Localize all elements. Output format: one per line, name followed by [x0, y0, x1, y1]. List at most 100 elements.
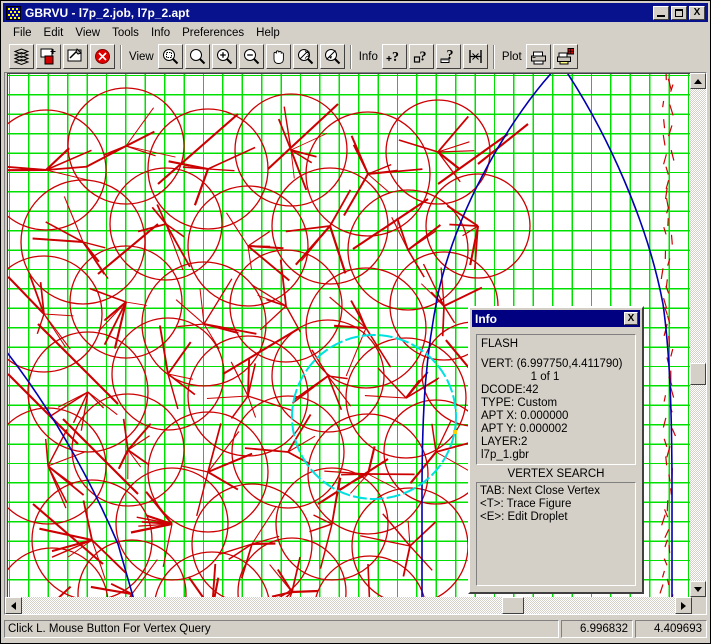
- svg-text:?: ?: [392, 50, 399, 65]
- magnifier-icon: [189, 49, 205, 65]
- print-setup-button[interactable]: [552, 44, 578, 69]
- toolbar-label-view: View: [129, 50, 154, 63]
- info-detail-count: 1 of 1: [530, 371, 560, 383]
- toolbar-group-info: Info ? ? ?: [356, 41, 489, 72]
- zoom-previous-button[interactable]: [292, 44, 318, 69]
- printer-icon: [530, 51, 546, 65]
- menu-help[interactable]: Help: [250, 26, 286, 40]
- status-coord-y: 4.409693: [635, 620, 707, 638]
- app-icon: [6, 5, 21, 20]
- vscroll-track[interactable]: [690, 73, 706, 597]
- vscroll-thumb[interactable]: [690, 363, 706, 385]
- vertical-scrollbar[interactable]: [690, 73, 706, 597]
- info-dialog[interactable]: Info X FLASH VERT: (6.997750,4.411790) 1…: [468, 306, 644, 594]
- vertex-search-item-tab: TAB: Next Close Vertex: [480, 485, 600, 497]
- pan-button[interactable]: [265, 44, 291, 69]
- new-layer-button[interactable]: [36, 44, 61, 69]
- stop-button[interactable]: [90, 44, 115, 69]
- toolbar-group-plot: Plot: [499, 41, 579, 72]
- info-measure-button[interactable]: ?: [435, 44, 461, 69]
- drawing-client-area: Info X FLASH VERT: (6.997750,4.411790) 1…: [4, 72, 707, 615]
- horizontal-scrollbar[interactable]: [5, 597, 692, 614]
- info-dialog-close-button[interactable]: X: [624, 312, 638, 325]
- zoom-all-button[interactable]: [184, 44, 210, 69]
- layer-add-icon: [40, 48, 56, 65]
- info-detail-spacer: [481, 351, 635, 358]
- status-message: Click L. Mouse Button For Vertex Query: [4, 620, 559, 638]
- svg-text:?: ?: [419, 50, 426, 65]
- zoom-redraw-icon: [324, 49, 340, 65]
- application-window: GBRVU - l7p_2.job, l7p_2.apt X File Edit…: [0, 0, 711, 644]
- info-details-panel: FLASH VERT: (6.997750,4.411790) 1 of 1 D…: [476, 334, 636, 465]
- menu-preferences[interactable]: Preferences: [176, 26, 250, 40]
- info-detail-flash: FLASH: [481, 338, 519, 350]
- window-controls: X: [653, 5, 708, 20]
- print-button[interactable]: [525, 44, 551, 69]
- info-point-button[interactable]: ?: [381, 44, 407, 69]
- info-detail-file: l7p_1.gbr: [481, 449, 529, 461]
- menu-file[interactable]: File: [7, 26, 38, 40]
- scroll-right-button[interactable]: [675, 597, 692, 614]
- info-object-button[interactable]: ?: [408, 44, 434, 69]
- menu-tools[interactable]: Tools: [106, 26, 145, 40]
- menu-edit[interactable]: Edit: [38, 26, 70, 40]
- window-title: GBRVU - l7p_2.job, l7p_2.apt: [25, 5, 190, 20]
- vertex-search-header: VERTEX SEARCH: [507, 468, 605, 480]
- menu-view[interactable]: View: [69, 26, 106, 40]
- info-dialog-title: Info: [475, 311, 497, 326]
- title-bar: GBRVU - l7p_2.job, l7p_2.apt X: [3, 3, 708, 22]
- zoom-out-button[interactable]: [238, 44, 264, 69]
- printer-setup-icon: [556, 48, 574, 65]
- triangle-up-icon: [694, 78, 702, 84]
- toolbar-group-view: View: [126, 41, 346, 72]
- toolbar-label-info: Info: [358, 50, 378, 63]
- toolbar-label-plot: Plot: [501, 50, 522, 63]
- info-detail-vert: VERT: (6.997750,4.411790): [481, 358, 623, 370]
- distance-button[interactable]: [462, 44, 488, 69]
- zoom-window-button[interactable]: [157, 44, 183, 69]
- info-detail-layer: LAYER:2: [481, 436, 528, 448]
- info-detail-type: TYPE: Custom: [481, 397, 558, 409]
- zoom-redraw-button[interactable]: [319, 44, 345, 69]
- vertex-search-item-edit: <E>: Edit Droplet: [480, 511, 568, 523]
- status-bar: Click L. Mouse Button For Vertex Query 6…: [4, 618, 707, 640]
- status-coord-x: 6.996832: [561, 620, 633, 638]
- zoom-prev-icon: [297, 49, 313, 65]
- maximize-button[interactable]: [671, 5, 687, 20]
- svg-text:?: ?: [446, 48, 453, 63]
- zoom-out-icon: [243, 49, 259, 65]
- stop-circle-icon: [95, 49, 110, 64]
- hscroll-thumb[interactable]: [502, 597, 524, 614]
- point-query-icon: ?: [386, 50, 399, 65]
- toolbar-group-file: [8, 41, 116, 72]
- zoom-in-button[interactable]: [211, 44, 237, 69]
- vertex-search-item-trace: <T>: Trace Figure: [480, 498, 572, 510]
- menu-info[interactable]: Info: [145, 26, 176, 40]
- scroll-down-button[interactable]: [690, 581, 706, 597]
- aperture-edit-icon: [67, 48, 82, 62]
- distance-icon: [469, 50, 482, 63]
- minimize-button[interactable]: [653, 5, 669, 20]
- info-detail-dcode: DCODE:42: [481, 384, 539, 396]
- zoom-in-icon: [216, 49, 232, 65]
- info-detail-aptx: APT X: 0.000000: [481, 410, 569, 422]
- object-query-icon: ?: [413, 50, 426, 65]
- scroll-left-button[interactable]: [5, 597, 22, 614]
- measure-query-icon: ?: [440, 48, 453, 63]
- vertex-search-panel: TAB: Next Close Vertex <T>: Trace Figure…: [476, 482, 636, 586]
- edit-aperture-button[interactable]: [63, 44, 88, 69]
- menu-bar: File Edit View Tools Info Preferences He…: [3, 24, 708, 41]
- layers-button[interactable]: [9, 44, 34, 69]
- hscroll-track[interactable]: [5, 597, 692, 614]
- info-detail-apty: APT Y: 0.000002: [481, 423, 568, 435]
- triangle-down-icon: [694, 586, 702, 592]
- layers-icon: [13, 48, 30, 66]
- info-dialog-title-bar: Info X: [472, 310, 640, 327]
- toolbar: View Info ? ? ? Plot: [3, 41, 708, 72]
- zoom-window-icon: [162, 49, 178, 65]
- close-button[interactable]: X: [689, 5, 705, 20]
- close-icon: X: [693, 6, 701, 18]
- triangle-left-icon: [11, 601, 16, 610]
- scroll-up-button[interactable]: [690, 73, 706, 89]
- triangle-right-icon: [681, 601, 686, 610]
